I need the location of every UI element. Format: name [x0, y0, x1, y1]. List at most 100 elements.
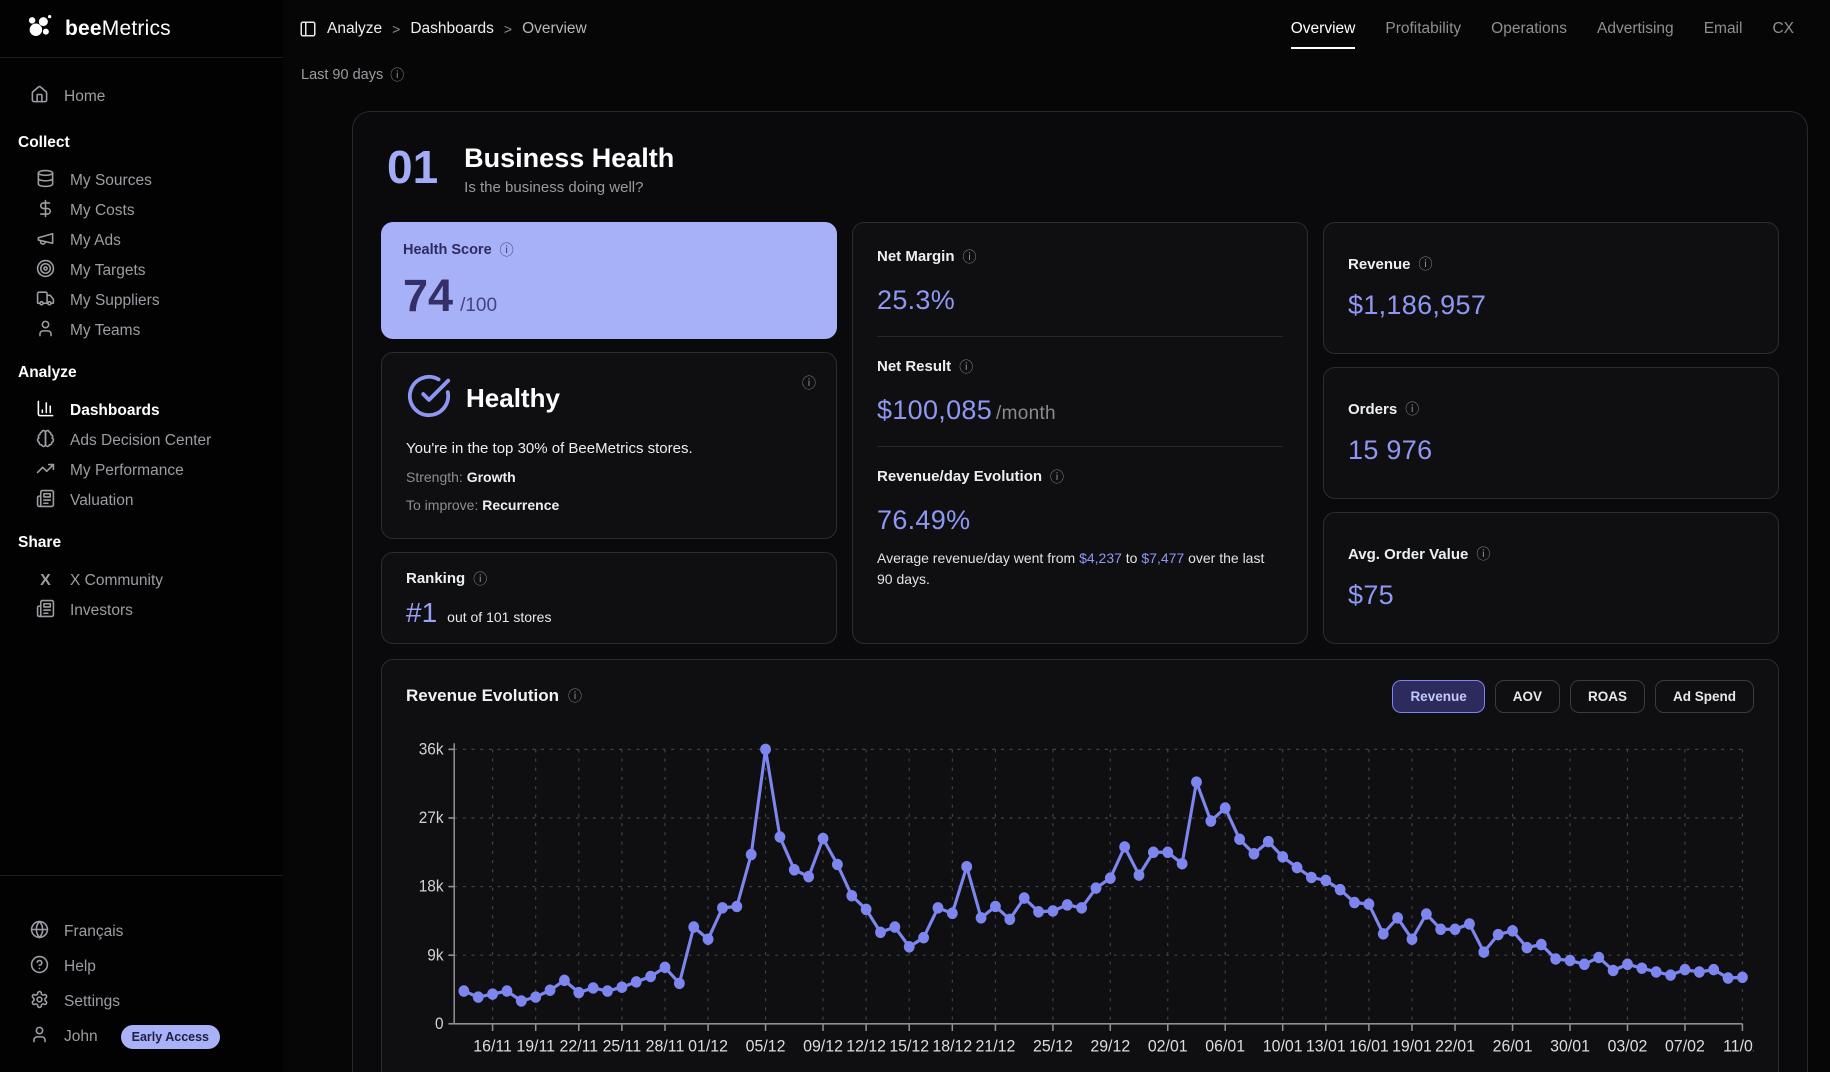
language-selector[interactable]: Français [0, 914, 283, 949]
svg-text:9k: 9k [427, 947, 443, 965]
main-content: Analyze > Dashboards > Overview Overview… [283, 0, 1830, 1072]
roas-toggle-button[interactable]: ROAS [1569, 679, 1645, 713]
info-icon[interactable]: ⓘ [959, 357, 973, 377]
breadcrumb: Analyze > Dashboards > Overview [299, 20, 587, 38]
tab-overview[interactable]: Overview [1290, 20, 1356, 49]
tab-operations[interactable]: Operations [1491, 20, 1567, 49]
info-icon[interactable]: ⓘ [1050, 467, 1064, 487]
svg-text:07/02: 07/02 [1665, 1037, 1705, 1056]
info-icon[interactable]: ⓘ [1419, 254, 1433, 274]
newspaper-icon [36, 489, 55, 513]
net-margin-block: Net Margin ⓘ 25.3% [877, 243, 1283, 336]
aov-label: Avg. Order Value [1348, 545, 1469, 563]
target-icon [36, 259, 55, 283]
tab-cx[interactable]: CX [1772, 20, 1794, 49]
newspaper-icon [36, 599, 55, 623]
sidebar-item-label: Home [64, 88, 106, 105]
note-to-value: $7,477 [1141, 549, 1185, 566]
info-icon[interactable]: ⓘ [1405, 399, 1419, 419]
revenue-label: Revenue [1348, 255, 1411, 273]
truck-icon [36, 289, 55, 313]
sidebar-item-label: My Ads [70, 232, 121, 249]
topbar: Analyze > Dashboards > Overview Overview… [299, 0, 1808, 49]
chevron-right-icon: > [503, 21, 513, 37]
sidebar-item-dashboards[interactable]: Dashboards [0, 396, 283, 426]
sidebar-item-my-teams[interactable]: My Teams [0, 316, 283, 346]
revenue-day-block: Revenue/day Evolution ⓘ 76.49% [877, 445, 1283, 546]
ranking-card: Ranking ⓘ #1 out of 101 stores [381, 551, 837, 644]
revenue-evolution-chart[interactable]: 0 9k 18k 27k 36k 16/11 19/11 22/11 25/11 28/11 01/… [406, 735, 1754, 1072]
svg-text:01/12: 01/12 [688, 1037, 728, 1056]
svg-text:05/12: 05/12 [746, 1037, 786, 1056]
ranking-label: Ranking [406, 570, 466, 588]
svg-text:10/01: 10/01 [1263, 1037, 1303, 1056]
sidebar-item-my-ads[interactable]: My Ads [0, 226, 283, 256]
svg-text:16/01: 16/01 [1349, 1037, 1389, 1056]
app-window: beeMetrics Home Collect My Sources My Co… [0, 0, 1830, 1072]
svg-text:03/02: 03/02 [1608, 1037, 1648, 1056]
health-score-card[interactable]: Health Score ⓘ 74 /100 [381, 221, 837, 339]
revenue-toggle-button[interactable]: Revenue [1392, 679, 1485, 713]
sidebar-section-analyze: Analyze [18, 364, 77, 381]
info-icon[interactable]: ⓘ [568, 686, 582, 706]
aov-value: $75 [1348, 580, 1394, 611]
panel-left-icon[interactable] [299, 20, 317, 38]
info-icon[interactable]: ⓘ [963, 247, 977, 267]
settings-button[interactable]: Settings [0, 984, 283, 1019]
tab-email[interactable]: Email [1704, 20, 1743, 49]
ad-spend-toggle-button[interactable]: Ad Spend [1655, 679, 1754, 713]
health-score-denominator: /100 [460, 294, 498, 316]
sidebar-item-my-costs[interactable]: My Costs [0, 196, 283, 226]
sidebar-item-valuation[interactable]: Valuation [0, 486, 283, 516]
settings-label: Settings [64, 992, 121, 1010]
svg-text:22/01: 22/01 [1435, 1037, 1475, 1056]
svg-text:02/01: 02/01 [1148, 1037, 1188, 1056]
trending-up-icon [36, 459, 55, 483]
health-score-value: 74 [403, 269, 454, 321]
info-icon[interactable]: ⓘ [500, 240, 514, 260]
brain-icon [36, 429, 55, 453]
section-title: Business Health [464, 143, 675, 173]
x-logo-icon: X [40, 572, 51, 589]
sidebar-nav: Home Collect My Sources My Costs My Ads … [0, 58, 283, 875]
sidebar-item-ads-decision-center[interactable]: Ads Decision Center [0, 426, 283, 456]
info-icon[interactable]: ⓘ [1476, 544, 1490, 564]
svg-text:25/12: 25/12 [1033, 1037, 1073, 1056]
right-column: Revenue ⓘ $1,186,957 Orders ⓘ 15 976 Avg… [1323, 221, 1779, 644]
database-icon [36, 169, 55, 193]
profit-metrics-card: Net Margin ⓘ 25.3% Net Result ⓘ $100,085… [852, 221, 1308, 644]
sidebar-item-label: Valuation [70, 492, 134, 509]
tab-advertising[interactable]: Advertising [1597, 20, 1674, 49]
health-status-card: Healthy ⓘ You're in the top 30% of BeeMe… [381, 351, 837, 539]
sidebar-item-my-sources[interactable]: My Sources [0, 166, 283, 196]
tab-profitability[interactable]: Profitability [1385, 20, 1461, 49]
period-selector[interactable]: Last 90 days ⓘ [301, 65, 1808, 85]
breadcrumb-dashboards[interactable]: Dashboards [410, 20, 494, 38]
aov-toggle-button[interactable]: AOV [1494, 679, 1560, 713]
strength-value: Growth [466, 468, 516, 485]
sidebar-item-label: My Teams [70, 322, 141, 339]
svg-text:15/12: 15/12 [889, 1037, 929, 1056]
sidebar-item-my-performance[interactable]: My Performance [0, 456, 283, 486]
sidebar-item-my-targets[interactable]: My Targets [0, 256, 283, 286]
sidebar-item-my-suppliers[interactable]: My Suppliers [0, 286, 283, 316]
health-score-label: Health Score [403, 241, 492, 258]
info-icon[interactable]: ⓘ [802, 373, 816, 393]
info-icon: ⓘ [390, 67, 405, 83]
sidebar-item-label: X Community [70, 572, 164, 589]
bee-logo-icon [24, 11, 54, 46]
info-icon[interactable]: ⓘ [473, 569, 487, 589]
sidebar-item-investors[interactable]: Investors [0, 596, 283, 626]
svg-text:26/01: 26/01 [1493, 1037, 1533, 1056]
sidebar-item-home[interactable]: Home [0, 78, 283, 116]
logo[interactable]: beeMetrics [0, 0, 283, 58]
net-margin-label: Net Margin [877, 248, 955, 266]
help-button[interactable]: Help [0, 949, 283, 984]
aov-card: Avg. Order Value ⓘ $75 [1323, 511, 1779, 644]
globe-icon [30, 920, 49, 944]
net-margin-value: 25.3% [877, 284, 956, 315]
user-menu[interactable]: John Early Access [0, 1019, 283, 1054]
breadcrumb-analyze[interactable]: Analyze [327, 20, 382, 38]
sidebar-item-x-community[interactable]: X X Community [0, 566, 283, 596]
user-icon [36, 319, 55, 343]
